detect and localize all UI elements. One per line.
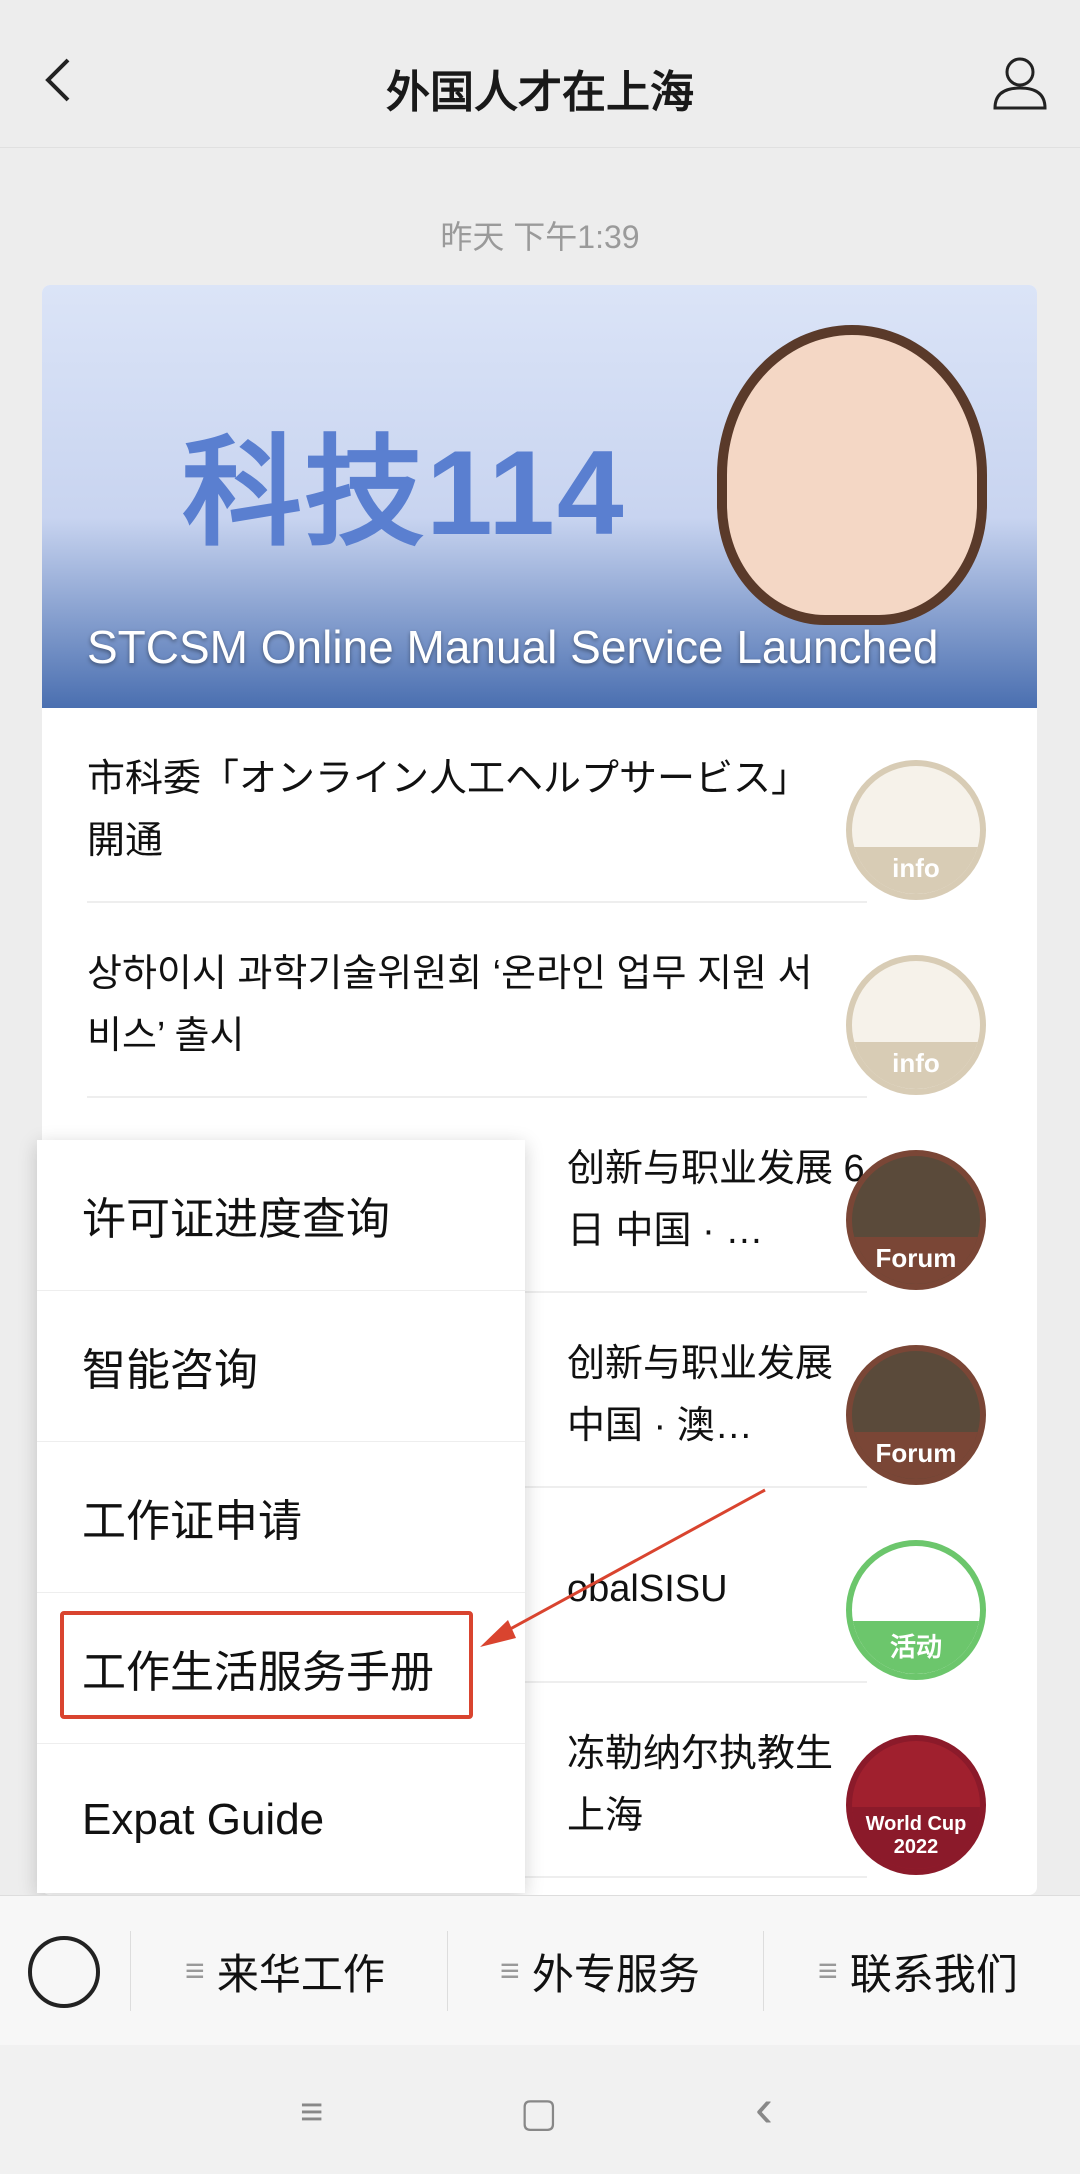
list-item[interactable]: 상하이시 과학기술위원회 ‘온라인 업무 지원 서비스’ 출시 <box>87 903 867 1098</box>
list-item[interactable]: 市科委「オンライン人工ヘルプサービス」開通 <box>87 708 867 903</box>
menu-item-smart-consult[interactable]: 智能咨询 <box>37 1291 525 1442</box>
tab-contact-us[interactable]: ≡ 联系我们 <box>818 1896 1018 2046</box>
highlight-box <box>60 1611 473 1719</box>
forum-thumbnail: Forum <box>846 1345 986 1485</box>
customer-service-illustration <box>717 325 987 625</box>
home-icon[interactable]: ▢ <box>520 2090 558 2136</box>
info-thumbnail: info <box>846 760 986 900</box>
timestamp: 昨天 下午1:39 <box>440 219 640 255</box>
bottom-menu-bar: ≡ 来华工作 ≡ 外专服务 ≡ 联系我们 <box>0 1895 1080 2045</box>
info-thumbnail: info <box>846 955 986 1095</box>
page-title: 外国人才在上海 <box>386 68 694 117</box>
world-cup-thumbnail: World Cup 2022 <box>846 1735 986 1875</box>
system-nav-bar: ≡ ▢ ‹ <box>0 2045 1080 2174</box>
activity-thumbnail: 活动 <box>846 1540 986 1680</box>
recent-apps-icon[interactable]: ≡ <box>300 2090 323 2135</box>
menu-lines-icon: ≡ <box>500 1951 520 1990</box>
popup-menu: 许可证进度查询 智能咨询 工作证申请 工作生活服务手册 Expat Guide <box>37 1140 525 1893</box>
header: 外国人才在上海 <box>0 0 1080 148</box>
forum-thumbnail: Forum <box>846 1150 986 1290</box>
system-back-icon[interactable]: ‹ <box>755 2077 773 2139</box>
banner-logo-text: 科技114 <box>182 426 626 560</box>
menu-lines-icon: ≡ <box>818 1951 838 1990</box>
keyboard-icon[interactable] <box>28 1936 100 2008</box>
banner-article[interactable]: 科技114 STCSM Online Manual Service Launch… <box>42 285 1037 708</box>
tab-expert-services[interactable]: ≡ 外专服务 <box>500 1896 700 2046</box>
user-profile-icon[interactable] <box>990 52 1050 112</box>
banner-title: STCSM Online Manual Service Launched <box>87 621 939 673</box>
menu-item-expat-guide[interactable]: Expat Guide <box>37 1744 525 1895</box>
tab-work-in-china[interactable]: ≡ 来华工作 <box>185 1896 385 2046</box>
menu-item-permit-progress[interactable]: 许可证进度查询 <box>37 1140 525 1291</box>
menu-item-work-permit[interactable]: 工作证申请 <box>37 1442 525 1593</box>
menu-item-service-handbook[interactable]: 工作生活服务手册 <box>37 1593 525 1744</box>
menu-lines-icon: ≡ <box>185 1951 205 1990</box>
